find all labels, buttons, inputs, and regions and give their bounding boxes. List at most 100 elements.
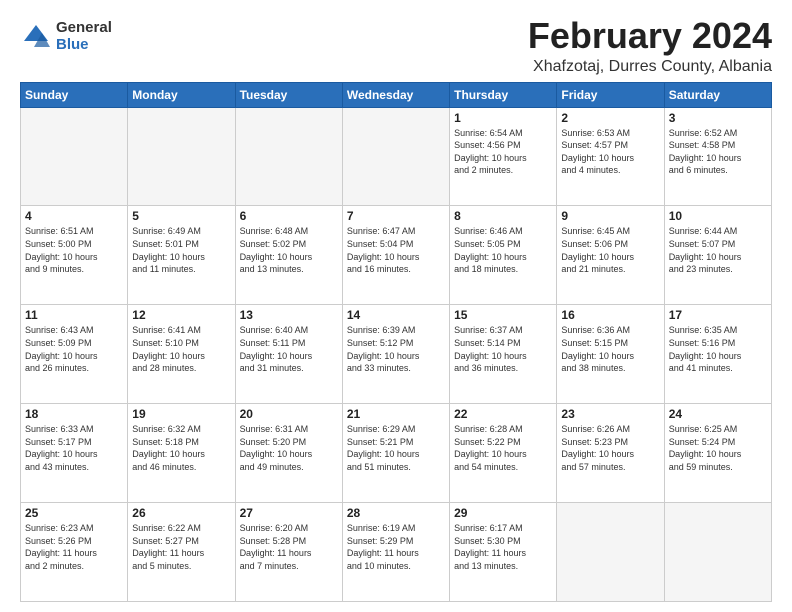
calendar-cell [128, 107, 235, 206]
day-number: 16 [561, 308, 659, 322]
calendar-header-monday: Monday [128, 82, 235, 107]
day-info: Sunrise: 6:48 AM Sunset: 5:02 PM Dayligh… [240, 225, 338, 275]
day-info: Sunrise: 6:43 AM Sunset: 5:09 PM Dayligh… [25, 324, 123, 374]
day-info: Sunrise: 6:41 AM Sunset: 5:10 PM Dayligh… [132, 324, 230, 374]
title-block: February 2024 Xhafzotaj, Durres County, … [528, 16, 772, 76]
day-info: Sunrise: 6:47 AM Sunset: 5:04 PM Dayligh… [347, 225, 445, 275]
logo-icon [20, 21, 52, 53]
day-number: 1 [454, 111, 552, 125]
calendar-header-row: SundayMondayTuesdayWednesdayThursdayFrid… [21, 82, 772, 107]
calendar-cell: 10 Sunrise: 6:44 AM Sunset: 5:07 PM Dayli… [664, 206, 771, 305]
calendar-cell: 15 Sunrise: 6:37 AM Sunset: 5:14 PM Dayli… [450, 305, 557, 404]
day-number: 28 [347, 506, 445, 520]
day-info: Sunrise: 6:32 AM Sunset: 5:18 PM Dayligh… [132, 423, 230, 473]
day-number: 17 [669, 308, 767, 322]
day-number: 9 [561, 209, 659, 223]
day-info: Sunrise: 6:44 AM Sunset: 5:07 PM Dayligh… [669, 225, 767, 275]
day-info: Sunrise: 6:52 AM Sunset: 4:58 PM Dayligh… [669, 127, 767, 177]
day-number: 29 [454, 506, 552, 520]
day-info: Sunrise: 6:17 AM Sunset: 5:30 PM Dayligh… [454, 522, 552, 572]
logo-general-text: General [56, 20, 112, 37]
day-info: Sunrise: 6:20 AM Sunset: 5:28 PM Dayligh… [240, 522, 338, 572]
calendar-week-row-2: 4 Sunrise: 6:51 AM Sunset: 5:00 PM Daylig… [21, 206, 772, 305]
day-info: Sunrise: 6:25 AM Sunset: 5:24 PM Dayligh… [669, 423, 767, 473]
day-info: Sunrise: 6:54 AM Sunset: 4:56 PM Dayligh… [454, 127, 552, 177]
day-info: Sunrise: 6:40 AM Sunset: 5:11 PM Dayligh… [240, 324, 338, 374]
day-info: Sunrise: 6:28 AM Sunset: 5:22 PM Dayligh… [454, 423, 552, 473]
calendar-cell [342, 107, 449, 206]
calendar-header-friday: Friday [557, 82, 664, 107]
calendar-cell: 22 Sunrise: 6:28 AM Sunset: 5:22 PM Dayli… [450, 404, 557, 503]
calendar-week-row-5: 25Sunrise: 6:23 AM Sunset: 5:26 PM Dayli… [21, 503, 772, 602]
calendar-week-row-3: 11Sunrise: 6:43 AM Sunset: 5:09 PM Dayli… [21, 305, 772, 404]
calendar-cell: 18 Sunrise: 6:33 AM Sunset: 5:17 PM Dayli… [21, 404, 128, 503]
month-title: February 2024 [528, 16, 772, 56]
calendar-cell: 4 Sunrise: 6:51 AM Sunset: 5:00 PM Daylig… [21, 206, 128, 305]
day-info: Sunrise: 6:19 AM Sunset: 5:29 PM Dayligh… [347, 522, 445, 572]
logo-blue-text: Blue [56, 37, 112, 54]
day-info: Sunrise: 6:26 AM Sunset: 5:23 PM Dayligh… [561, 423, 659, 473]
day-number: 2 [561, 111, 659, 125]
calendar-cell: 21 Sunrise: 6:29 AM Sunset: 5:21 PM Dayli… [342, 404, 449, 503]
calendar-cell: 8 Sunrise: 6:46 AM Sunset: 5:05 PM Daylig… [450, 206, 557, 305]
day-info: Sunrise: 6:35 AM Sunset: 5:16 PM Dayligh… [669, 324, 767, 374]
day-number: 22 [454, 407, 552, 421]
calendar-header-tuesday: Tuesday [235, 82, 342, 107]
day-number: 27 [240, 506, 338, 520]
day-info: Sunrise: 6:33 AM Sunset: 5:17 PM Dayligh… [25, 423, 123, 473]
calendar-header-saturday: Saturday [664, 82, 771, 107]
calendar-cell: 3Sunrise: 6:52 AM Sunset: 4:58 PM Daylig… [664, 107, 771, 206]
calendar-cell: 9 Sunrise: 6:45 AM Sunset: 5:06 PM Daylig… [557, 206, 664, 305]
day-info: Sunrise: 6:49 AM Sunset: 5:01 PM Dayligh… [132, 225, 230, 275]
calendar-cell [557, 503, 664, 602]
calendar-header-wednesday: Wednesday [342, 82, 449, 107]
day-info: Sunrise: 6:31 AM Sunset: 5:20 PM Dayligh… [240, 423, 338, 473]
day-number: 15 [454, 308, 552, 322]
day-info: Sunrise: 6:51 AM Sunset: 5:00 PM Dayligh… [25, 225, 123, 275]
calendar-cell [235, 107, 342, 206]
calendar-cell: 20 Sunrise: 6:31 AM Sunset: 5:20 PM Dayli… [235, 404, 342, 503]
calendar-table: SundayMondayTuesdayWednesdayThursdayFrid… [20, 82, 772, 602]
day-info: Sunrise: 6:46 AM Sunset: 5:05 PM Dayligh… [454, 225, 552, 275]
calendar-cell: 5Sunrise: 6:49 AM Sunset: 5:01 PM Daylig… [128, 206, 235, 305]
calendar-cell: 25Sunrise: 6:23 AM Sunset: 5:26 PM Dayli… [21, 503, 128, 602]
calendar-cell [21, 107, 128, 206]
day-number: 20 [240, 407, 338, 421]
calendar-cell: 6Sunrise: 6:48 AM Sunset: 5:02 PM Daylig… [235, 206, 342, 305]
day-info: Sunrise: 6:39 AM Sunset: 5:12 PM Dayligh… [347, 324, 445, 374]
day-number: 12 [132, 308, 230, 322]
calendar-cell: 2 Sunrise: 6:53 AM Sunset: 4:57 PM Daylig… [557, 107, 664, 206]
calendar-cell: 13Sunrise: 6:40 AM Sunset: 5:11 PM Dayli… [235, 305, 342, 404]
calendar-cell: 28 Sunrise: 6:19 AM Sunset: 5:29 PM Dayli… [342, 503, 449, 602]
day-info: Sunrise: 6:29 AM Sunset: 5:21 PM Dayligh… [347, 423, 445, 473]
calendar-cell: 14Sunrise: 6:39 AM Sunset: 5:12 PM Dayli… [342, 305, 449, 404]
day-number: 24 [669, 407, 767, 421]
calendar-cell: 7 Sunrise: 6:47 AM Sunset: 5:04 PM Daylig… [342, 206, 449, 305]
day-number: 18 [25, 407, 123, 421]
calendar-cell: 12 Sunrise: 6:41 AM Sunset: 5:10 PM Dayli… [128, 305, 235, 404]
calendar-week-row-1: 1 Sunrise: 6:54 AM Sunset: 4:56 PM Daylig… [21, 107, 772, 206]
day-number: 26 [132, 506, 230, 520]
day-number: 10 [669, 209, 767, 223]
day-number: 8 [454, 209, 552, 223]
day-info: Sunrise: 6:45 AM Sunset: 5:06 PM Dayligh… [561, 225, 659, 275]
header: General Blue February 2024 Xhafzotaj, Du… [20, 16, 772, 76]
calendar-week-row-4: 18 Sunrise: 6:33 AM Sunset: 5:17 PM Dayli… [21, 404, 772, 503]
page: General Blue February 2024 Xhafzotaj, Du… [0, 0, 792, 612]
calendar-cell: 29 Sunrise: 6:17 AM Sunset: 5:30 PM Dayli… [450, 503, 557, 602]
calendar-cell: 17 Sunrise: 6:35 AM Sunset: 5:16 PM Dayli… [664, 305, 771, 404]
calendar-header-sunday: Sunday [21, 82, 128, 107]
day-info: Sunrise: 6:53 AM Sunset: 4:57 PM Dayligh… [561, 127, 659, 177]
calendar-cell: 23Sunrise: 6:26 AM Sunset: 5:23 PM Dayli… [557, 404, 664, 503]
day-number: 7 [347, 209, 445, 223]
calendar-cell: 24 Sunrise: 6:25 AM Sunset: 5:24 PM Dayli… [664, 404, 771, 503]
day-number: 4 [25, 209, 123, 223]
calendar-cell [664, 503, 771, 602]
day-number: 21 [347, 407, 445, 421]
calendar-cell: 27 Sunrise: 6:20 AM Sunset: 5:28 PM Dayli… [235, 503, 342, 602]
calendar-cell: 26Sunrise: 6:22 AM Sunset: 5:27 PM Dayli… [128, 503, 235, 602]
calendar-cell: 19 Sunrise: 6:32 AM Sunset: 5:18 PM Dayli… [128, 404, 235, 503]
day-number: 19 [132, 407, 230, 421]
day-number: 25 [25, 506, 123, 520]
day-info: Sunrise: 6:37 AM Sunset: 5:14 PM Dayligh… [454, 324, 552, 374]
